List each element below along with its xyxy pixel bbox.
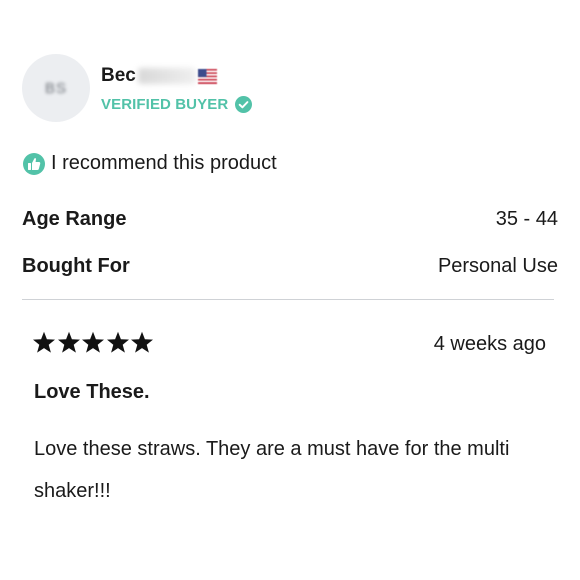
star-icon bbox=[131, 331, 153, 353]
review-card: BS Bec VERIFIED BUYER I recommend this p… bbox=[0, 0, 580, 580]
attribute-row-bought-for: Bought For Personal Use bbox=[22, 255, 558, 278]
check-circle-icon bbox=[235, 96, 253, 113]
review-date: 4 weeks ago bbox=[433, 333, 546, 355]
reviewer-name-row: Bec bbox=[101, 64, 217, 88]
star-icon bbox=[106, 331, 129, 353]
us-flag-icon bbox=[197, 68, 217, 84]
attribute-label: Age Range bbox=[22, 208, 127, 230]
review-title: Love These. bbox=[34, 381, 150, 403]
reviewer-name: Bec bbox=[101, 65, 136, 86]
attribute-row-age-range: Age Range 35 - 44 bbox=[22, 208, 558, 231]
review-body: Love these straws. They are a must have … bbox=[34, 438, 510, 502]
verified-buyer-badge: VERIFIED BUYER bbox=[101, 96, 253, 113]
attribute-value: 35 - 44 bbox=[495, 208, 558, 230]
name-redaction bbox=[137, 68, 196, 84]
attribute-label: Bought For bbox=[22, 255, 130, 277]
avatar-initials: BS bbox=[44, 79, 67, 97]
star-icon bbox=[82, 331, 104, 353]
thumbs-up-icon bbox=[23, 152, 45, 175]
star-icon bbox=[57, 331, 80, 353]
attribute-value: Personal Use bbox=[437, 255, 558, 277]
verified-label: VERIFIED BUYER bbox=[101, 96, 229, 113]
star-icon bbox=[33, 331, 55, 353]
divider bbox=[22, 299, 554, 300]
recommendation-text: I recommend this product bbox=[51, 152, 277, 174]
recommendation: I recommend this product bbox=[23, 152, 277, 175]
avatar: BS bbox=[22, 54, 90, 122]
star-rating bbox=[32, 331, 155, 354]
